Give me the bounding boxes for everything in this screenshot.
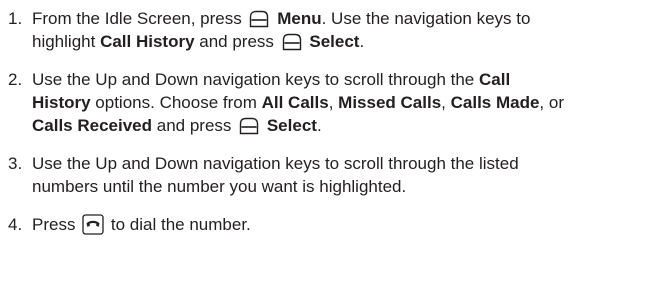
bold-term: Calls Made	[450, 93, 540, 112]
step-2: 2. Use the Up and Down navigation keys to…	[0, 68, 651, 137]
text-run: ,	[328, 93, 339, 112]
text-run: and press	[152, 116, 237, 135]
text-run: , or	[539, 93, 564, 112]
text-run: Use the Up and Down navigation keys to s…	[32, 154, 519, 173]
text-run: Use the Up and Down navigation keys to s…	[32, 70, 479, 89]
step-text-line: numbers until the number you want is hig…	[32, 175, 651, 198]
step-number: 2.	[8, 70, 23, 89]
text-run: and press	[194, 32, 279, 51]
soft-key-icon	[248, 9, 270, 29]
bold-term: Call History	[100, 32, 195, 51]
bold-term: Menu	[272, 9, 322, 28]
bold-term: Calls Received	[32, 116, 153, 135]
text-run: numbers until the number you want is hig…	[32, 177, 407, 196]
text-run: to dial the number.	[106, 215, 251, 234]
bold-term: Missed Calls	[338, 93, 442, 112]
step-text-line: highlight Call History and press Select.	[32, 30, 651, 53]
text-run: .	[316, 116, 322, 135]
step-text-line: Press to dial the number.	[32, 213, 651, 236]
step-4: 4. Press to dial the number.	[0, 213, 651, 236]
text-run: . Use the navigation keys to	[321, 9, 531, 28]
soft-key-icon	[238, 116, 260, 136]
step-text-line: Use the Up and Down navigation keys to s…	[32, 68, 651, 91]
step-text-line: From the Idle Screen, press Menu. Use th…	[32, 7, 651, 30]
text-run: options. Choose from	[90, 93, 262, 112]
step-text-line: History options. Choose from All Calls , …	[32, 91, 651, 114]
text-run: ,	[441, 93, 451, 112]
soft-key-icon	[281, 32, 303, 52]
send-key-icon	[82, 214, 104, 235]
bold-term: Select	[304, 32, 360, 51]
instruction-list: 1. From the Idle Screen, press Menu. Use …	[0, 7, 651, 251]
text-run: From the Idle Screen, press	[32, 9, 247, 28]
bold-term: History	[32, 93, 91, 112]
step-number: 4.	[8, 215, 23, 234]
step-text-line: Use the Up and Down navigation keys to s…	[32, 152, 651, 175]
bold-term: All Calls	[261, 93, 329, 112]
step-number: 1.	[8, 9, 23, 28]
bold-term: Select	[262, 116, 317, 135]
step-3: 3. Use the Up and Down navigation keys to…	[0, 152, 651, 198]
text-run: highlight	[32, 32, 101, 51]
step-text-line: Calls Received and press Select.	[32, 114, 651, 137]
text-run: Press	[32, 215, 81, 234]
text-run: .	[359, 32, 365, 51]
step-1: 1. From the Idle Screen, press Menu. Use …	[0, 7, 651, 53]
step-number: 3.	[8, 154, 23, 173]
bold-term: Call	[478, 70, 511, 89]
